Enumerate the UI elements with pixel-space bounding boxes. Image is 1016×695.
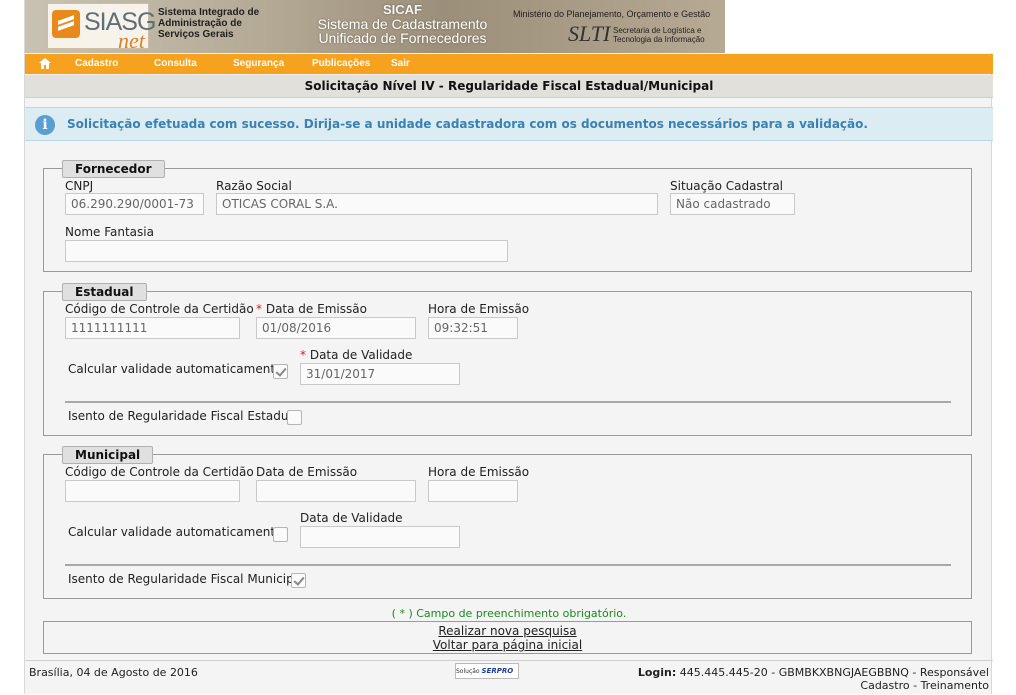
municipal-validade-label: Data de Validade bbox=[300, 511, 403, 525]
fornecedor-section: Fornecedor CNPJ 06.290.290/0001-73 Razão… bbox=[43, 160, 972, 272]
estadual-calcular-checkbox[interactable] bbox=[273, 364, 288, 379]
menu-cadastro[interactable]: Cadastro bbox=[75, 58, 118, 69]
municipal-codigo-label: Código de Controle da Certidão bbox=[65, 465, 254, 479]
estadual-data-emissao-field[interactable]: 01/08/2016 bbox=[256, 317, 416, 339]
estadual-validade-field[interactable]: 31/01/2017 bbox=[300, 363, 460, 385]
estadual-data-emissao-label: * Data de Emissão bbox=[256, 302, 367, 316]
municipal-calcular-checkbox[interactable] bbox=[273, 527, 288, 542]
cnpj-field[interactable]: 06.290.290/0001-73 bbox=[65, 193, 204, 215]
estadual-validade-label: * Data de Validade bbox=[300, 348, 413, 362]
login-value: 445.445.445-20 - GBMBKXBNGJAEGBBNQ - Res… bbox=[679, 666, 989, 679]
estadual-hora-field[interactable]: 09:32:51 bbox=[428, 317, 518, 339]
page-container: SIASG net Sistema Integrado de Administr… bbox=[24, 0, 993, 695]
main-menu: Cadastro Consulta Segurança Publicações … bbox=[25, 54, 993, 74]
menu-consulta[interactable]: Consulta bbox=[154, 58, 197, 69]
sicaf-subtitle: Sistema de Cadastramento Unificado de Fo… bbox=[317, 16, 488, 46]
siasg-logo: SIASG net bbox=[47, 3, 156, 53]
municipal-isento-checkbox[interactable] bbox=[291, 573, 306, 588]
login-label: Login: bbox=[637, 666, 677, 679]
home-icon[interactable] bbox=[39, 58, 51, 69]
municipal-isento-label: Isento de Regularidade Fiscal Municipal bbox=[68, 572, 305, 586]
system-name: Sistema Integrado de Administração de Se… bbox=[158, 7, 260, 40]
footer-login: Login: 445.445.445-20 - GBMBKXBNGJAEGBBN… bbox=[638, 666, 989, 692]
razao-social-label: Razão Social bbox=[216, 179, 292, 193]
alert-message: Solicitação efetuada com sucesso. Dirija… bbox=[67, 117, 868, 131]
voltar-link[interactable]: Voltar para página inicial bbox=[44, 638, 971, 652]
municipal-divider bbox=[65, 564, 951, 566]
slti-subtitle: Secretaria de Logística e Tecnologia da … bbox=[613, 26, 705, 44]
menu-sair[interactable]: Sair bbox=[391, 58, 410, 69]
municipal-calcular-label: Calcular validade automaticamente? bbox=[68, 525, 289, 539]
banner-background: SIASG net Sistema Integrado de Administr… bbox=[25, 0, 725, 53]
municipal-hora-field[interactable] bbox=[428, 480, 518, 502]
success-alert: i Solicitação efetuada com sucesso. Diri… bbox=[25, 107, 993, 141]
municipal-codigo-field[interactable] bbox=[65, 480, 240, 502]
municipal-data-emissao-label: Data de Emissão bbox=[256, 465, 358, 479]
slti-logo: SLTI bbox=[568, 21, 611, 46]
required-note: ( * ) Campo de preenchimento obrigatório… bbox=[391, 607, 627, 620]
estadual-isento-label: Isento de Regularidade Fiscal Estadual bbox=[68, 409, 300, 423]
login-role: Cadastro - Treinamento bbox=[860, 679, 989, 692]
required-asterisk: * bbox=[256, 302, 262, 316]
nova-pesquisa-link[interactable]: Realizar nova pesquisa bbox=[44, 624, 971, 638]
situacao-field[interactable]: Não cadastrado bbox=[670, 193, 795, 215]
municipal-data-emissao-field[interactable] bbox=[256, 480, 416, 502]
estadual-calcular-label: Calcular validade automaticamente? bbox=[68, 362, 289, 376]
estadual-codigo-label: Código de Controle da Certidão bbox=[65, 302, 254, 316]
estadual-isento-checkbox[interactable] bbox=[287, 410, 302, 425]
municipal-legend: Municipal bbox=[62, 446, 154, 464]
info-icon: i bbox=[35, 115, 55, 135]
fornecedor-legend: Fornecedor bbox=[62, 160, 165, 178]
sicaf-title-block: SICAF Sistema de Cadastramento Unificado… bbox=[295, 2, 510, 50]
required-asterisk: * bbox=[300, 348, 306, 362]
estadual-legend: Estadual bbox=[62, 283, 147, 301]
cnpj-label: CNPJ bbox=[65, 179, 94, 193]
menu-publicacoes[interactable]: Publicações bbox=[312, 58, 370, 69]
nome-fantasia-label: Nome Fantasia bbox=[65, 225, 154, 239]
municipal-hora-label: Hora de Emissão bbox=[428, 465, 530, 479]
menu-seguranca[interactable]: Segurança bbox=[233, 58, 284, 69]
page-title: Solicitação Nível IV - Regularidade Fisc… bbox=[25, 75, 993, 98]
ministerio-text: Ministério do Planejamento, Orçamento e … bbox=[513, 9, 711, 19]
header-banner: SIASG net Sistema Integrado de Administr… bbox=[25, 0, 993, 53]
footer-date: Brasília, 04 de Agosto de 2016 bbox=[29, 666, 198, 679]
municipal-validade-field[interactable] bbox=[300, 526, 460, 548]
estadual-divider bbox=[65, 401, 951, 403]
estadual-hora-label: Hora de Emissão bbox=[428, 302, 530, 316]
razao-social-field[interactable]: OTICAS CORAL S.A. bbox=[216, 193, 658, 215]
municipal-section: Municipal Código de Controle da Certidão… bbox=[43, 446, 972, 599]
siasg-emblem-icon bbox=[52, 10, 80, 38]
serpro-logo: Solução SERPRO bbox=[455, 663, 519, 679]
estadual-codigo-field[interactable]: 1111111111 bbox=[65, 317, 240, 339]
footer: Brasília, 04 de Agosto de 2016 Solução S… bbox=[25, 660, 993, 695]
logo-net-text: net bbox=[118, 28, 145, 53]
estadual-section: Estadual Código de Controle da Certidão … bbox=[43, 283, 972, 436]
nome-fantasia-field[interactable] bbox=[65, 240, 508, 262]
situacao-label: Situação Cadastral bbox=[670, 179, 784, 193]
actions-box: Realizar nova pesquisa Voltar para págin… bbox=[43, 621, 972, 654]
sicaf-title: SICAF bbox=[383, 2, 422, 17]
